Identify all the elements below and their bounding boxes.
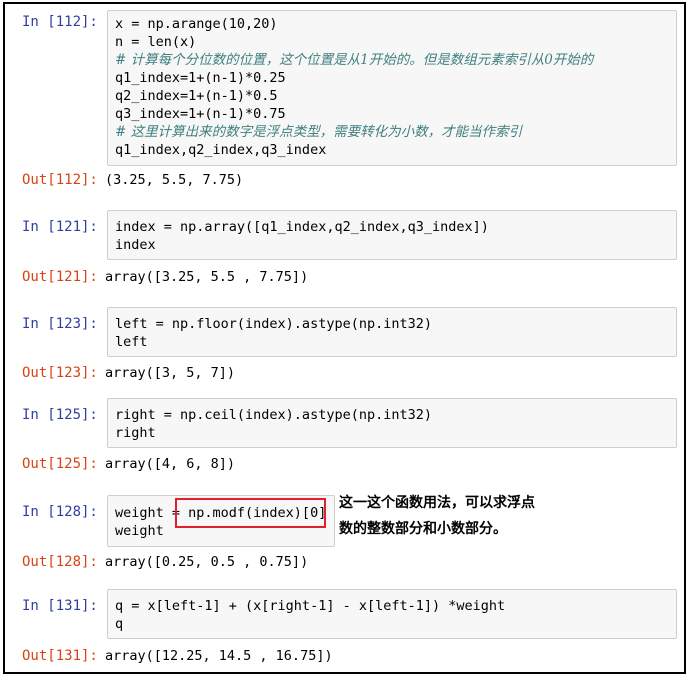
code-comment: # 计算每个分位数的位置，这个位置是从1开始的。但是数组元素索引从0开始的 xyxy=(115,52,594,68)
in-prompt-125: In [125]: xyxy=(22,407,98,423)
code-comment: # 这里计算出来的数字是浮点类型，需要转化为小数，才能当作索引 xyxy=(115,124,523,140)
in-prompt-121: In [121]: xyxy=(22,219,98,235)
code-line: x = np.arange(10,20) xyxy=(115,16,278,32)
code-line: n = len(x) xyxy=(115,34,197,50)
out-prompt-128: Out[128]: xyxy=(22,554,98,570)
code-cell-125[interactable]: right = np.ceil(index).astype(np.int32) … xyxy=(107,398,677,448)
in-prompt-112: In [112]: xyxy=(22,14,98,30)
output-131: array([12.25, 14.5 , 16.75]) xyxy=(105,648,333,664)
out-prompt-125: Out[125]: xyxy=(22,456,98,472)
in-prompt-123: In [123]: xyxy=(22,316,98,332)
output-125: array([4, 6, 8]) xyxy=(105,456,236,472)
code-line: q xyxy=(115,616,124,632)
code-cell-121[interactable]: index = np.array([q1_index,q2_index,q3_i… xyxy=(107,210,677,260)
code-line: q2_index=1+(n-1)*0.5 xyxy=(115,88,278,104)
code-line: q1_index=1+(n-1)*0.25 xyxy=(115,70,286,86)
code-cell-131[interactable]: q = x[left-1] + (x[right-1] - x[left-1])… xyxy=(107,589,677,639)
output-112: (3.25, 5.5, 7.75) xyxy=(105,172,244,188)
code-line: index xyxy=(115,237,156,253)
output-123: array([3, 5, 7]) xyxy=(105,365,236,381)
highlight-box xyxy=(175,498,326,528)
code-line: index = np.array([q1_index,q2_index,q3_i… xyxy=(115,219,489,235)
annotation-text: 这一这个函数用法，可以求浮点 数的整数部分和小数部分。 xyxy=(339,495,535,537)
out-prompt-112: Out[112]: xyxy=(22,172,98,188)
code-cell-123[interactable]: left = np.floor(index).astype(np.int32) … xyxy=(107,307,677,357)
output-121: array([3.25, 5.5 , 7.75]) xyxy=(105,269,309,285)
in-prompt-128: In [128]: xyxy=(22,504,98,520)
out-prompt-121: Out[121]: xyxy=(22,269,98,285)
code-line: left = np.floor(index).astype(np.int32) xyxy=(115,316,432,332)
notebook-frame: In [112]: x = np.arange(10,20) n = len(x… xyxy=(3,2,686,674)
code-cell-112[interactable]: x = np.arange(10,20) n = len(x) # 计算每个分位… xyxy=(107,10,677,166)
code-line: right = np.ceil(index).astype(np.int32) xyxy=(115,407,432,423)
out-prompt-131: Out[131]: xyxy=(22,648,98,664)
in-prompt-131: In [131]: xyxy=(22,598,98,614)
out-prompt-123: Out[123]: xyxy=(22,365,98,381)
code-line: left xyxy=(115,334,148,350)
code-line: weight xyxy=(115,523,164,539)
output-128: array([0.25, 0.5 , 0.75]) xyxy=(105,554,309,570)
code-line: q3_index=1+(n-1)*0.75 xyxy=(115,106,286,122)
code-line: q1_index,q2_index,q3_index xyxy=(115,142,327,158)
code-line: q = x[left-1] + (x[right-1] - x[left-1])… xyxy=(115,598,506,614)
code-line: right xyxy=(115,425,156,441)
